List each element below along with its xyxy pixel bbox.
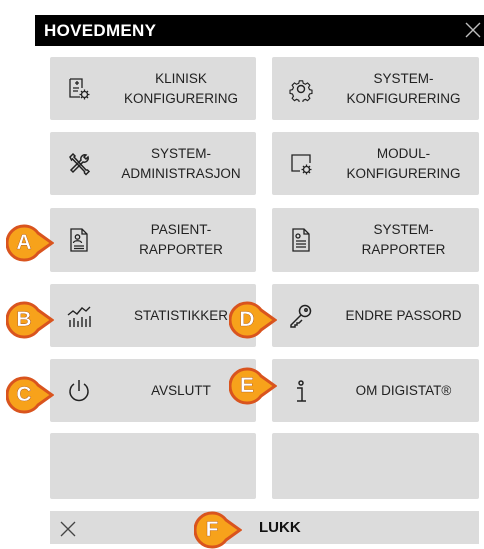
empty-tile (50, 433, 256, 499)
info-icon (288, 378, 314, 404)
power-icon (66, 378, 92, 404)
close-icon (58, 519, 78, 539)
callout-marker-d: D (229, 301, 277, 339)
module-config-icon (288, 151, 314, 177)
marker-label: D (239, 308, 255, 331)
empty-tile (272, 433, 479, 499)
statistics-button[interactable]: STATISTIKKER (50, 284, 256, 347)
exit-label: AVSLUTT (151, 382, 211, 398)
system-administration-label: SYSTEM- ADMINISTRASJON (121, 145, 241, 181)
clinical-configuration-button[interactable]: KLINISK KONFIGURERING (50, 57, 256, 120)
patient-reports-label: PASIENT- RAPPORTER (139, 222, 223, 257)
key-icon (288, 303, 314, 329)
marker-label: E (239, 374, 254, 397)
patient-reports-button[interactable]: PASIENT- RAPPORTER (50, 208, 256, 272)
gear-icon (288, 76, 314, 103)
clinical-config-icon (66, 76, 92, 102)
marker-label: B (16, 308, 32, 331)
marker-label: C (16, 383, 32, 406)
about-digistat-button[interactable]: OM DIGISTAT® (272, 359, 479, 422)
change-password-button[interactable]: ENDRE PASSORD (272, 284, 479, 347)
system-report-icon (288, 227, 314, 253)
about-digistat-label: OM DIGISTAT® (355, 382, 452, 398)
callout-marker-a: A (6, 224, 54, 262)
close-icon[interactable] (462, 18, 484, 42)
tools-icon (66, 151, 92, 177)
statistics-icon (66, 303, 92, 329)
callout-marker-b: B (6, 301, 54, 339)
patient-report-icon (66, 227, 92, 253)
module-configuration-button[interactable]: MODUL- KONFIGURERING (272, 132, 479, 195)
clinical-configuration-label: KLINISK KONFIGURERING (123, 70, 238, 106)
system-reports-label: SYSTEM- RAPPORTER (361, 222, 446, 257)
main-menu-title: HOVEDMENY (44, 21, 157, 40)
callout-marker-f: F (194, 511, 242, 549)
main-menu-header: HOVEDMENY (35, 15, 484, 46)
marker-label: A (16, 231, 32, 254)
change-password-label: ENDRE PASSORD (345, 307, 462, 323)
system-administration-button[interactable]: SYSTEM- ADMINISTRASJON (50, 132, 256, 195)
system-reports-button[interactable]: SYSTEM- RAPPORTER (272, 208, 479, 272)
close-menu-button[interactable]: LUKK (50, 511, 479, 544)
statistics-label: STATISTIKKER (133, 307, 228, 323)
system-configuration-button[interactable]: SYSTEM- KONFIGURERING (272, 57, 479, 120)
marker-label: F (205, 518, 219, 541)
callout-marker-c: C (6, 376, 54, 414)
system-configuration-label: SYSTEM- KONFIGURERING (346, 70, 461, 106)
exit-button[interactable]: AVSLUTT (50, 359, 256, 422)
module-configuration-label: MODUL- KONFIGURERING (346, 145, 461, 181)
close-menu-label: LUKK (259, 519, 301, 536)
callout-marker-e: E (229, 367, 277, 405)
